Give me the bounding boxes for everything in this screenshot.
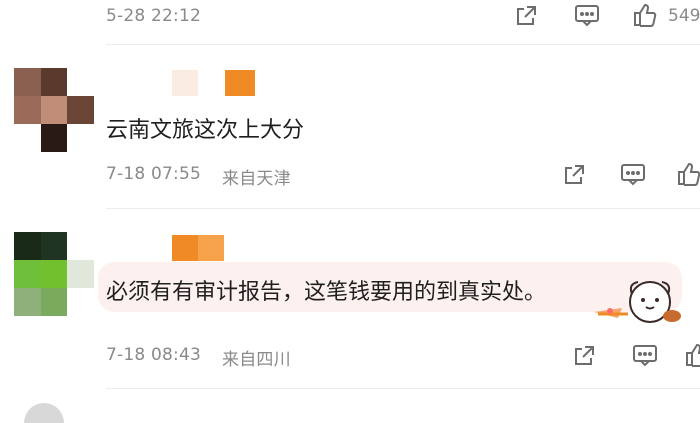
comment-location: 来自四川: [222, 350, 291, 370]
share-icon[interactable]: [562, 163, 586, 187]
avatar: [24, 403, 64, 423]
comment-icon[interactable]: [620, 163, 646, 187]
divider: [106, 44, 700, 45]
comment-text: 云南文旅这次上大分: [106, 118, 305, 143]
avatar: [14, 232, 94, 316]
like-icon[interactable]: [676, 161, 700, 187]
comment-icon[interactable]: [574, 4, 600, 28]
sticker-icon: [588, 278, 684, 332]
like-icon[interactable]: [632, 2, 658, 28]
comment-timestamp: 7-18 08:43: [106, 345, 201, 365]
member-badge-shade: [198, 235, 224, 261]
share-icon[interactable]: [572, 344, 596, 368]
like-count: 549: [668, 6, 700, 26]
member-badge: [225, 70, 255, 96]
avatar: [14, 68, 94, 152]
divider: [106, 388, 700, 389]
divider: [106, 208, 700, 209]
comment-location: 来自天津: [222, 169, 291, 189]
comment-timestamp: 5-28 22:12: [106, 6, 201, 26]
share-icon[interactable]: [514, 4, 538, 28]
comment-timestamp: 7-18 07:55: [106, 164, 201, 184]
username-blur: [172, 70, 198, 96]
comment-icon[interactable]: [632, 344, 658, 368]
like-icon[interactable]: [684, 342, 700, 368]
comment-text: 必须有有审计报告，这笔钱要用的到真实处。: [106, 280, 547, 305]
